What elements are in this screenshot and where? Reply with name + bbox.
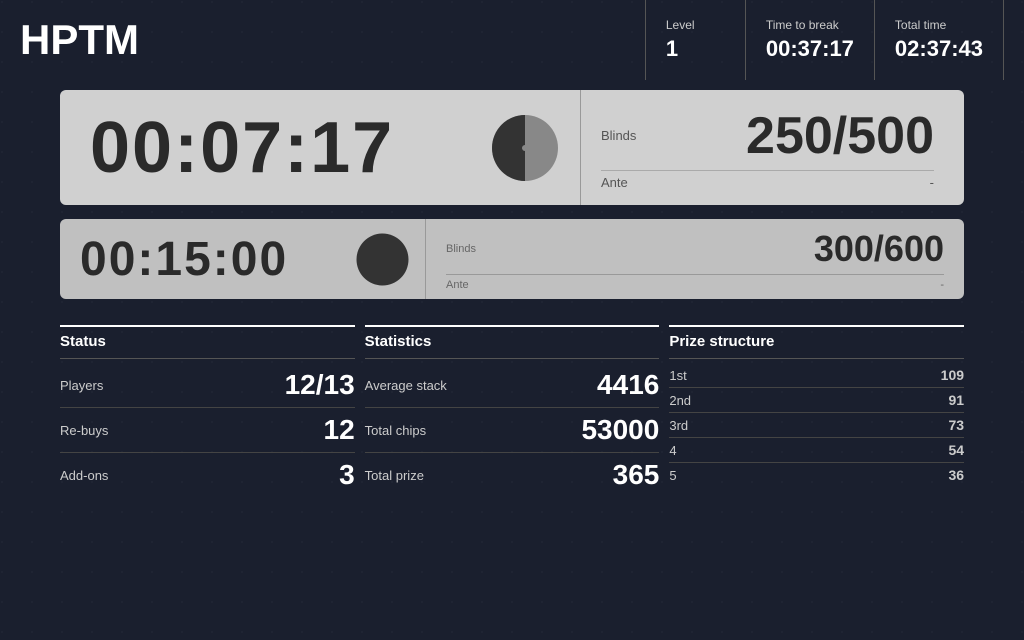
- table-row: 4 54: [669, 438, 964, 463]
- prize-panel: Prize structure 1st 109 2nd 91 3rd 73 4 …: [669, 325, 964, 497]
- level-stat: Level 1: [645, 0, 745, 80]
- time-to-break-value: 00:37:17: [766, 36, 854, 62]
- secondary-blinds-section: Blinds 300/600 Ante -: [425, 219, 944, 299]
- row-value: 54: [948, 442, 964, 458]
- row-value: 3: [339, 459, 355, 491]
- ante-row: Ante -: [601, 171, 934, 194]
- time-to-break-stat: Time to break 00:37:17: [745, 0, 874, 80]
- row-label: Average stack: [365, 378, 447, 393]
- secondary-ante-row: Ante -: [446, 275, 944, 295]
- statistics-panel: Statistics Average stack 4416 Total chip…: [365, 325, 660, 497]
- blinds-label: Blinds: [601, 128, 636, 143]
- table-row: Total chips 53000: [365, 408, 660, 453]
- table-row: Average stack 4416: [365, 363, 660, 408]
- row-value: 4416: [597, 369, 659, 401]
- total-time-value: 02:37:43: [895, 36, 983, 62]
- table-row: Add-ons 3: [60, 453, 355, 497]
- primary-blinds-section: Blinds 250/500 Ante -: [580, 90, 934, 205]
- table-row: 3rd 73: [669, 413, 964, 438]
- table-row: Re-buys 12: [60, 408, 355, 453]
- row-value: 53000: [581, 414, 659, 446]
- level-label: Level: [666, 18, 725, 32]
- app-logo: HPTM: [20, 0, 645, 80]
- secondary-timer-display: 00:15:00: [80, 232, 340, 287]
- row-value: 36: [948, 467, 964, 483]
- row-label: 5: [669, 468, 676, 483]
- table-row: Players 12/13: [60, 363, 355, 408]
- status-panel: Status Players 12/13 Re-buys 12 Add-ons …: [60, 325, 355, 497]
- row-value: 109: [941, 367, 964, 383]
- row-label: Re-buys: [60, 423, 108, 438]
- secondary-blinds-row: Blinds 300/600: [446, 224, 944, 275]
- row-label: Add-ons: [60, 468, 108, 483]
- row-value: 91: [948, 392, 964, 408]
- total-time-label: Total time: [895, 18, 983, 32]
- primary-timer-display: 00:07:17: [90, 107, 470, 189]
- table-row: 5 36: [669, 463, 964, 487]
- secondary-ante-label: Ante: [446, 279, 469, 291]
- ante-value: -: [930, 175, 934, 190]
- total-time-stat: Total time 02:37:43: [874, 0, 1004, 80]
- stats-section: Status Players 12/13 Re-buys 12 Add-ons …: [0, 309, 1024, 497]
- table-row: 2nd 91: [669, 388, 964, 413]
- statistics-title: Statistics: [365, 327, 660, 359]
- row-value: 12/13: [285, 369, 355, 401]
- secondary-blinds-label: Blinds: [446, 243, 476, 255]
- primary-pie-chart: [490, 113, 560, 183]
- table-row: Total prize 365: [365, 453, 660, 497]
- row-label: 4: [669, 443, 676, 458]
- row-label: 1st: [669, 368, 686, 383]
- row-label: Total chips: [365, 423, 426, 438]
- blinds-value: 250/500: [746, 106, 934, 166]
- secondary-ante-value: -: [940, 279, 944, 291]
- prize-rows: 1st 109 2nd 91 3rd 73 4 54 5 36: [669, 363, 964, 487]
- row-value: 365: [613, 459, 660, 491]
- row-value: 73: [948, 417, 964, 433]
- prize-title: Prize structure: [669, 327, 964, 359]
- primary-timer: 00:07:17 Blinds 250/500 Ante -: [60, 90, 964, 205]
- row-label: 2nd: [669, 393, 691, 408]
- row-label: Players: [60, 378, 103, 393]
- row-value: 12: [324, 414, 355, 446]
- secondary-timer: 00:15:00 Blinds 300/600 Ante -: [60, 219, 964, 299]
- statistics-rows: Average stack 4416 Total chips 53000 Tot…: [365, 363, 660, 497]
- header-stats: Level 1 Time to break 00:37:17 Total tim…: [645, 0, 1004, 80]
- ante-label: Ante: [601, 175, 628, 190]
- blinds-row: Blinds 250/500: [601, 102, 934, 171]
- level-value: 1: [666, 36, 725, 62]
- table-row: 1st 109: [669, 363, 964, 388]
- status-title: Status: [60, 327, 355, 359]
- timers-area: 00:07:17 Blinds 250/500 Ante - 00:15:00: [0, 80, 1024, 309]
- time-to-break-label: Time to break: [766, 18, 854, 32]
- secondary-pie-chart: [355, 232, 410, 287]
- row-label: 3rd: [669, 418, 688, 433]
- header: HPTM Level 1 Time to break 00:37:17 Tota…: [0, 0, 1024, 80]
- status-rows: Players 12/13 Re-buys 12 Add-ons 3: [60, 363, 355, 497]
- secondary-blinds-value: 300/600: [814, 228, 944, 270]
- row-label: Total prize: [365, 468, 424, 483]
